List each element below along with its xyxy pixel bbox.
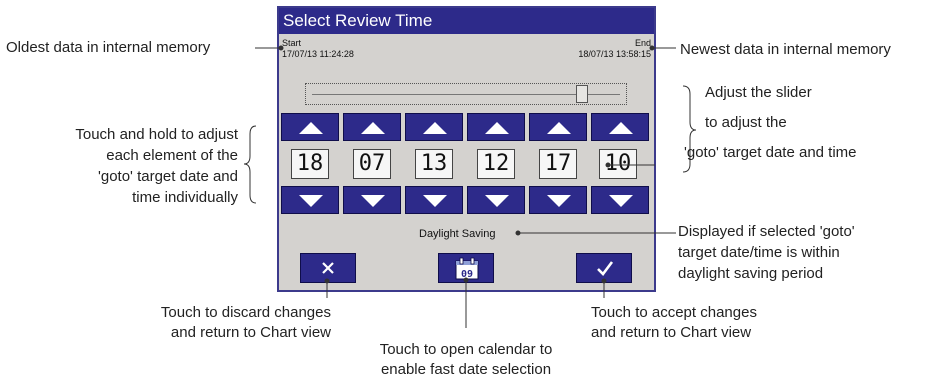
- touch-hold-note-line-2: each element of the: [106, 147, 238, 164]
- minute-field: 17: [539, 149, 577, 179]
- arrow-up-icon: [423, 122, 447, 134]
- arrow-down-icon: [299, 195, 323, 207]
- year-down-button[interactable]: [405, 186, 463, 214]
- arrow-up-icon: [485, 122, 509, 134]
- day-field: 18: [291, 149, 329, 179]
- arrow-up-icon: [547, 122, 571, 134]
- arrow-up-icon: [299, 122, 323, 134]
- hour-field: 12: [477, 149, 515, 179]
- touch-hold-note-line-4: time individually: [132, 189, 238, 206]
- touch-hold-note-line-1: Touch and hold to adjust: [75, 126, 238, 143]
- touch-hold-note-line-3: 'goto' target date and: [97, 168, 238, 185]
- daylight-saving-indicator: Daylight Saving: [419, 228, 496, 240]
- accept-note-line-2: and return to Chart view: [591, 324, 752, 341]
- month-field: 07: [353, 149, 391, 179]
- calendar-button[interactable]: 09: [438, 253, 494, 283]
- arrow-down-icon: [361, 195, 385, 207]
- start-time: 17/07/13 11:24:28: [282, 49, 354, 59]
- slider-thumb[interactable]: [575, 85, 588, 103]
- slider-note-line-3: 'goto' target date and time: [684, 144, 857, 161]
- slider-line: [312, 94, 620, 95]
- review-time-slider[interactable]: [305, 83, 627, 105]
- discard-note-line-1: Touch to discard changes: [160, 304, 331, 321]
- oldest-data-note: Oldest data in internal memory: [6, 39, 211, 56]
- hour-down-button[interactable]: [467, 186, 525, 214]
- second-down-button[interactable]: [591, 186, 649, 214]
- arrow-down-icon: [423, 195, 447, 207]
- start-label: Start: [282, 38, 302, 48]
- newest-data-note: Newest data in internal memory: [680, 41, 891, 58]
- checkmark-icon: [597, 261, 614, 276]
- calendar-day-text: 09: [461, 269, 473, 280]
- daylight-note-line-1: Displayed if selected 'goto': [678, 223, 855, 240]
- end-label: End: [634, 38, 651, 48]
- select-review-time-dialog: Select Review Time Start 17/07/13 11:24:…: [277, 6, 656, 292]
- accept-note-line-1: Touch to accept changes: [591, 304, 757, 321]
- year-field: 13: [415, 149, 453, 179]
- day-up-button[interactable]: [281, 113, 339, 141]
- arrow-down-icon: [609, 195, 633, 207]
- daylight-note-line-2: target date/time is within: [678, 244, 840, 261]
- discard-note-line-2: and return to Chart view: [170, 324, 331, 341]
- calendar-note-line-1: Touch to open calendar to: [379, 341, 553, 358]
- minute-up-button[interactable]: [529, 113, 587, 141]
- arrow-down-icon: [485, 195, 509, 207]
- second-up-button[interactable]: [591, 113, 649, 141]
- dialog-title: Select Review Time: [279, 8, 654, 34]
- end-time: 18/07/13 13:58:15: [578, 49, 651, 59]
- accept-button[interactable]: [576, 253, 632, 283]
- discard-button[interactable]: [300, 253, 356, 283]
- year-up-button[interactable]: [405, 113, 463, 141]
- slider-note-line-2: to adjust the: [705, 114, 787, 131]
- calendar-note-line-2: enable fast date selection: [380, 361, 552, 378]
- slider-note-line-1: Adjust the slider: [705, 84, 812, 101]
- arrow-up-icon: [609, 122, 633, 134]
- calendar-icon: 09: [455, 257, 479, 280]
- close-icon: [322, 262, 334, 274]
- month-up-button[interactable]: [343, 113, 401, 141]
- month-down-button[interactable]: [343, 186, 401, 214]
- day-down-button[interactable]: [281, 186, 339, 214]
- minute-down-button[interactable]: [529, 186, 587, 214]
- daylight-note-line-3: daylight saving period: [678, 265, 824, 282]
- arrow-down-icon: [547, 195, 571, 207]
- arrow-up-icon: [361, 122, 385, 134]
- second-field: 10: [599, 149, 637, 179]
- hour-up-button[interactable]: [467, 113, 525, 141]
